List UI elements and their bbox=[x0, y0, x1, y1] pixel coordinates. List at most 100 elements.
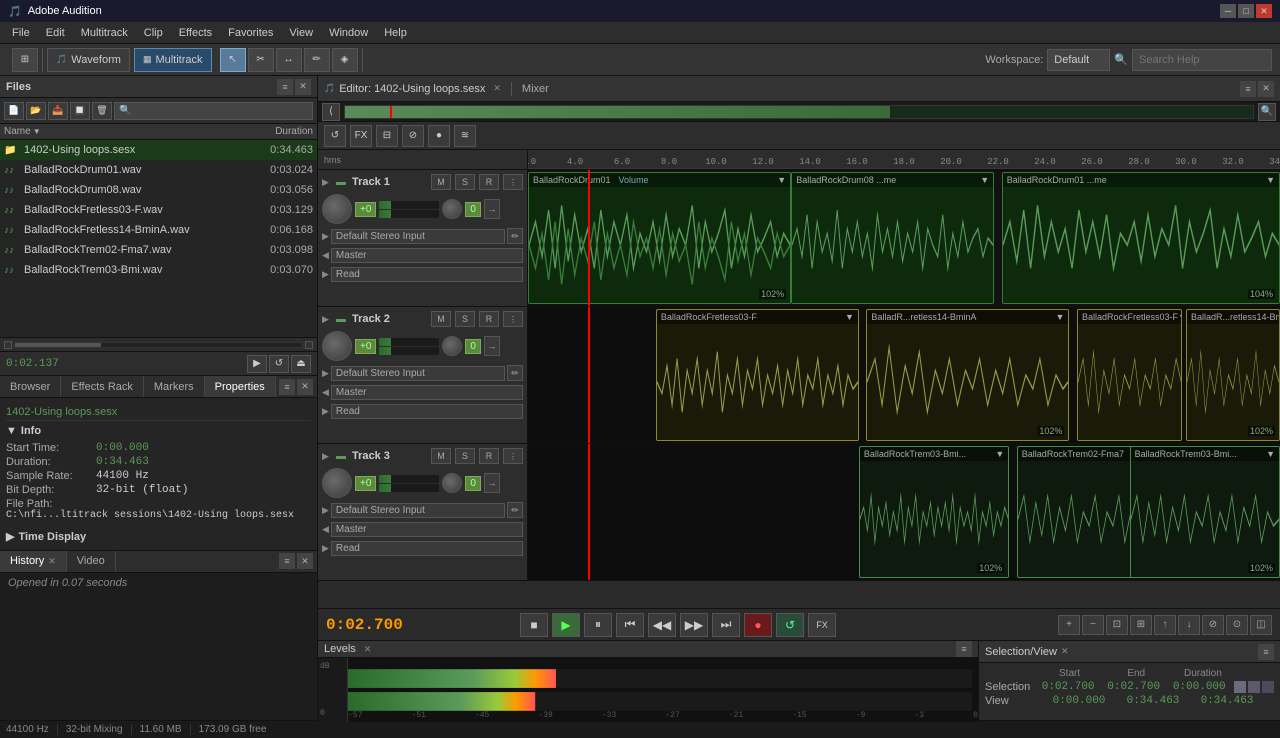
selview-selection-end[interactable]: 0:02.700 bbox=[1103, 681, 1165, 693]
track-2-clip-2[interactable]: BalladR...retless14-BminA ▼ 102% bbox=[866, 309, 1069, 441]
track-3-record-btn[interactable]: R bbox=[479, 448, 499, 464]
files-scrollbar[interactable] bbox=[14, 342, 303, 348]
list-item[interactable]: ♪♪ BalladRockDrum08.wav 0:03.056 bbox=[0, 180, 317, 200]
track-2-settings-btn[interactable]: ⋮ bbox=[503, 311, 523, 327]
track-3-content[interactable]: BalladRockTrem03-Bmi... ▼ 102% bbox=[528, 444, 1280, 580]
transport-pause-btn[interactable]: ⏸ bbox=[584, 613, 612, 637]
track-3-mute-btn[interactable]: M bbox=[431, 448, 451, 464]
track-1-fx-send[interactable]: → bbox=[484, 199, 500, 219]
move-tool-button[interactable]: ↔ bbox=[276, 48, 302, 72]
tab-browser[interactable]: Browser bbox=[0, 376, 61, 397]
selview-panel-menu-btn[interactable]: ≡ bbox=[1258, 644, 1274, 660]
selview-view-end[interactable]: 0:34.463 bbox=[1118, 695, 1188, 707]
track-2-volume-value[interactable]: +0 bbox=[355, 339, 376, 354]
track-2-mode-select[interactable]: Read bbox=[331, 404, 523, 419]
list-item[interactable]: ♪♪ BalladRockFretless14-BminA.wav 0:06.1… bbox=[0, 220, 317, 240]
razor-tool-button[interactable]: ✂ bbox=[248, 48, 274, 72]
track-3-fx-send[interactable]: → bbox=[484, 473, 500, 493]
tab-video[interactable]: Video bbox=[67, 551, 116, 572]
file-search-input[interactable] bbox=[114, 102, 313, 120]
transport-forward-btn[interactable]: ▶▶ bbox=[680, 613, 708, 637]
track-1-clip-1[interactable]: BalladRockDrum01 Volume ▼ 102% bbox=[528, 172, 791, 304]
props-panel-close-btn[interactable]: ✕ bbox=[297, 379, 313, 395]
props-info-title[interactable]: ▼ Info bbox=[6, 425, 311, 437]
list-item[interactable]: ♪♪ BalladRockTrem02-Fma7.wav 0:03.098 bbox=[0, 240, 317, 260]
track-1-input-select[interactable]: Default Stereo Input bbox=[331, 229, 505, 244]
track-3-clip-1[interactable]: BalladRockTrem03-Bmi... ▼ 102% bbox=[859, 446, 1009, 578]
mini-play-btn[interactable]: ▶ bbox=[247, 355, 267, 373]
history-panel-menu-btn[interactable]: ≡ bbox=[279, 553, 295, 569]
zoom-all-btn[interactable]: ⊙ bbox=[1226, 615, 1248, 635]
transport-play-btn[interactable]: ▶ bbox=[552, 613, 580, 637]
zoom-full-btn[interactable]: ⟨ bbox=[322, 103, 340, 121]
track-tool-record[interactable]: ● bbox=[428, 125, 450, 147]
track-2-clip-4[interactable]: BalladR...retless14-BminA ▼ 102% bbox=[1186, 309, 1280, 441]
track-1-solo-btn[interactable]: S bbox=[455, 174, 475, 190]
zoom-select-btn[interactable]: ⊘ bbox=[1202, 615, 1224, 635]
delete-file-btn[interactable]: 🗑 bbox=[92, 102, 112, 120]
levels-tab-close[interactable]: ✕ bbox=[364, 644, 372, 655]
track-2-record-btn[interactable]: R bbox=[479, 311, 499, 327]
track-2-input-edit[interactable]: ✏ bbox=[507, 365, 523, 381]
close-button[interactable]: ✕ bbox=[1256, 4, 1272, 18]
list-item[interactable]: ♪♪ BalladRockTrem03-Bmi.wav 0:03.070 bbox=[0, 260, 317, 280]
transport-loop-btn[interactable]: ↺ bbox=[776, 613, 804, 637]
zoom-out-btn[interactable]: − bbox=[1082, 615, 1104, 635]
track-3-settings-btn[interactable]: ⋮ bbox=[503, 448, 523, 464]
open-append-btn[interactable]: 📥 bbox=[48, 102, 68, 120]
menu-view[interactable]: View bbox=[281, 25, 321, 41]
track-3-volume-knob[interactable] bbox=[322, 468, 352, 498]
menu-window[interactable]: Window bbox=[321, 25, 376, 41]
track-3-pan-value[interactable]: 0 bbox=[465, 476, 481, 491]
new-file-btn[interactable]: 📄 bbox=[4, 102, 24, 120]
track-tool-fx[interactable]: FX bbox=[350, 125, 372, 147]
track-3-clip-3[interactable]: BalladRockTrem03-Bmi... ▼ 102% bbox=[1130, 446, 1280, 578]
menu-file[interactable]: File bbox=[4, 25, 38, 41]
history-tab-close[interactable]: ✕ bbox=[48, 556, 56, 567]
list-item[interactable]: 📁 1402-Using loops.sesx 0:34.463 bbox=[0, 140, 317, 160]
track-1-content[interactable]: BalladRockDrum01 Volume ▼ 102% bbox=[528, 170, 1280, 306]
tab-properties[interactable]: Properties bbox=[205, 376, 276, 397]
track-2-solo-btn[interactable]: S bbox=[455, 311, 475, 327]
track-2-fx-send[interactable]: → bbox=[484, 336, 500, 356]
track-1-mute-btn[interactable]: M bbox=[431, 174, 451, 190]
menu-effects[interactable]: Effects bbox=[171, 25, 220, 41]
track-1-clip-3[interactable]: BalladRockDrum01 ...me ▼ 104% bbox=[1002, 172, 1280, 304]
track-3-expand[interactable]: ▶ bbox=[322, 451, 332, 461]
track-1-settings-btn[interactable]: ⋮ bbox=[503, 174, 523, 190]
editor-panel-menu-btn[interactable]: ≡ bbox=[1240, 81, 1256, 97]
mixer-tab[interactable]: Mixer bbox=[522, 83, 549, 95]
track-3-pan-knob[interactable] bbox=[442, 473, 462, 493]
files-scroll-left[interactable] bbox=[4, 341, 12, 349]
open-file-btn[interactable]: 📂 bbox=[26, 102, 46, 120]
track-1-pan-knob[interactable] bbox=[442, 199, 462, 219]
track-1-clip-2[interactable]: BalladRockDrum08 ...me ▼ bbox=[791, 172, 994, 304]
track-2-clip-1[interactable]: BalladRockFretless03-F ▼ bbox=[656, 309, 859, 441]
files-panel-menu-btn[interactable]: ≡ bbox=[277, 79, 293, 95]
track-1-volume-knob[interactable] bbox=[322, 194, 352, 224]
zoom-v-out-btn[interactable]: ↓ bbox=[1178, 615, 1200, 635]
track-tool-eq[interactable]: ⊟ bbox=[376, 125, 398, 147]
tab-history[interactable]: History ✕ bbox=[0, 551, 67, 572]
zoom-full-btn[interactable]: ◫ bbox=[1250, 615, 1272, 635]
track-2-volume-knob[interactable] bbox=[322, 331, 352, 361]
list-item[interactable]: ♪♪ BalladRockFretless03-F.wav 0:03.129 bbox=[0, 200, 317, 220]
tab-effects-rack[interactable]: Effects Rack bbox=[61, 376, 144, 397]
selview-selection-start[interactable]: 0:02.700 bbox=[1037, 681, 1099, 693]
track-1-input-edit[interactable]: ✏ bbox=[507, 228, 523, 244]
track-1-output-select[interactable]: Master bbox=[331, 248, 523, 263]
track-3-input-select[interactable]: Default Stereo Input bbox=[331, 503, 505, 518]
menu-help[interactable]: Help bbox=[376, 25, 415, 41]
multitrack-mode-button[interactable]: ▦ Multitrack bbox=[134, 48, 212, 72]
editor-tab-close[interactable]: ✕ bbox=[493, 83, 501, 94]
selview-view-start[interactable]: 0:00.000 bbox=[1044, 695, 1114, 707]
track-2-input-select[interactable]: Default Stereo Input bbox=[331, 366, 505, 381]
pencil-tool-button[interactable]: ✏ bbox=[304, 48, 330, 72]
zoom-fit-btn[interactable]: ⊞ bbox=[1130, 615, 1152, 635]
selview-view-duration[interactable]: 0:34.463 bbox=[1192, 695, 1262, 707]
mini-eject-btn[interactable]: ⏏ bbox=[291, 355, 311, 373]
track-2-expand[interactable]: ▶ bbox=[322, 314, 332, 324]
minimize-button[interactable]: ─ bbox=[1220, 4, 1236, 18]
workspace-select[interactable]: Default bbox=[1047, 49, 1110, 71]
search-input[interactable] bbox=[1132, 49, 1272, 71]
